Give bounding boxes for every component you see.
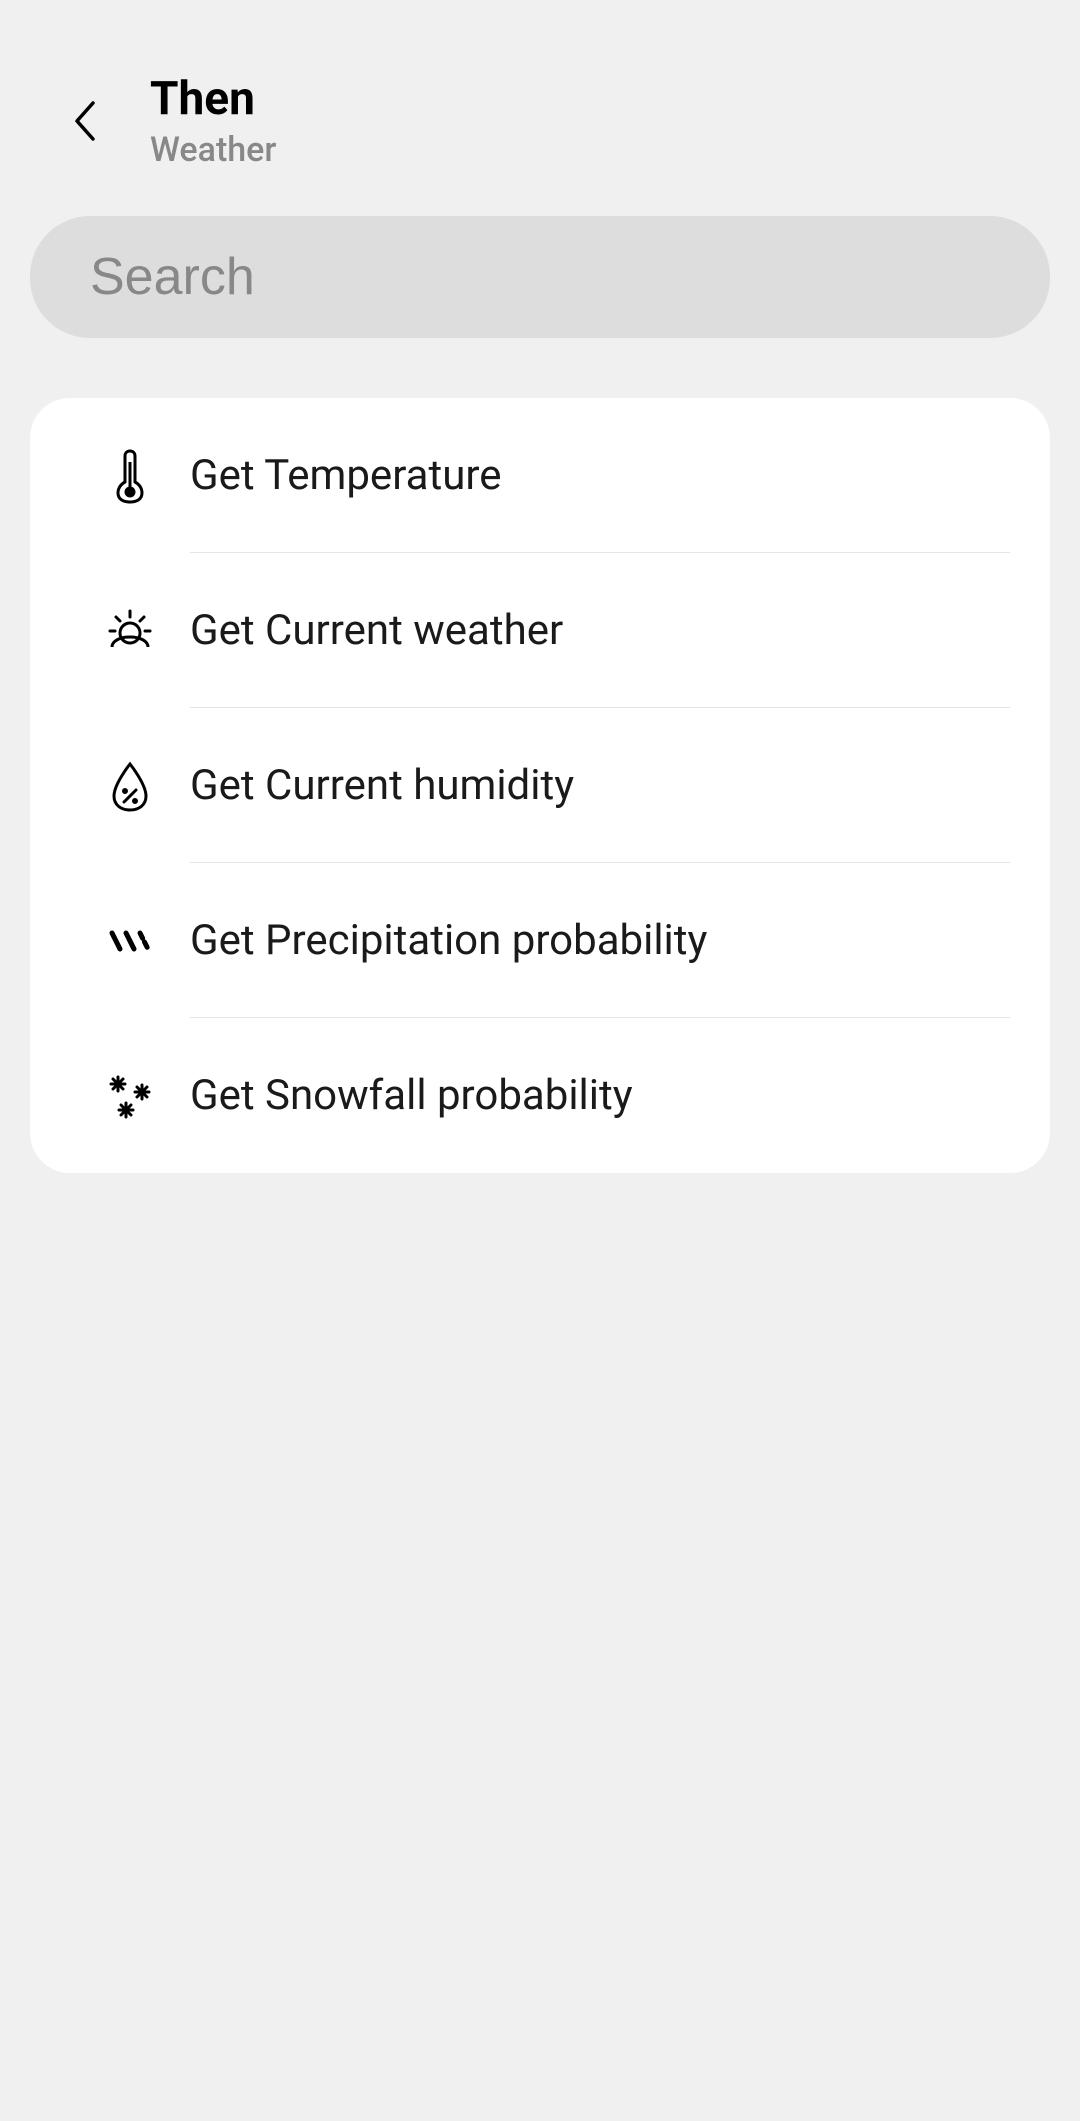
thermometer-icon <box>70 448 190 504</box>
rain-icon <box>70 913 190 969</box>
header: Then Weather <box>0 0 1080 200</box>
action-label: Get Current weather <box>190 606 563 655</box>
search-container <box>0 200 1080 368</box>
title-block: Then Weather <box>150 72 276 170</box>
action-get-current-humidity[interactable]: Get Current humidity <box>70 708 1010 863</box>
item-label-wrap: Get Temperature <box>190 398 1010 553</box>
page-subtitle: Weather <box>150 130 276 170</box>
chevron-left-icon <box>73 99 97 143</box>
action-label: Get Snowfall probability <box>190 1071 633 1120</box>
search-input[interactable] <box>30 216 1050 338</box>
back-button[interactable] <box>60 96 110 146</box>
action-get-current-weather[interactable]: Get Current weather <box>70 553 1010 708</box>
page-title: Then <box>150 72 276 126</box>
action-label: Get Precipitation probability <box>190 916 707 965</box>
item-label-wrap: Get Snowfall probability <box>190 1018 1010 1173</box>
humidity-icon <box>70 758 190 814</box>
actions-list: Get Temperature Get Current weather <box>30 398 1050 1173</box>
item-label-wrap: Get Current humidity <box>190 708 1010 863</box>
snow-icon <box>70 1068 190 1124</box>
action-get-precipitation-probability[interactable]: Get Precipitation probability <box>70 863 1010 1018</box>
weather-icon <box>70 603 190 659</box>
item-label-wrap: Get Current weather <box>190 553 1010 708</box>
action-label: Get Current humidity <box>190 761 574 810</box>
action-get-snowfall-probability[interactable]: Get Snowfall probability <box>70 1018 1010 1173</box>
action-get-temperature[interactable]: Get Temperature <box>70 398 1010 553</box>
item-label-wrap: Get Precipitation probability <box>190 863 1010 1018</box>
action-label: Get Temperature <box>190 451 501 500</box>
